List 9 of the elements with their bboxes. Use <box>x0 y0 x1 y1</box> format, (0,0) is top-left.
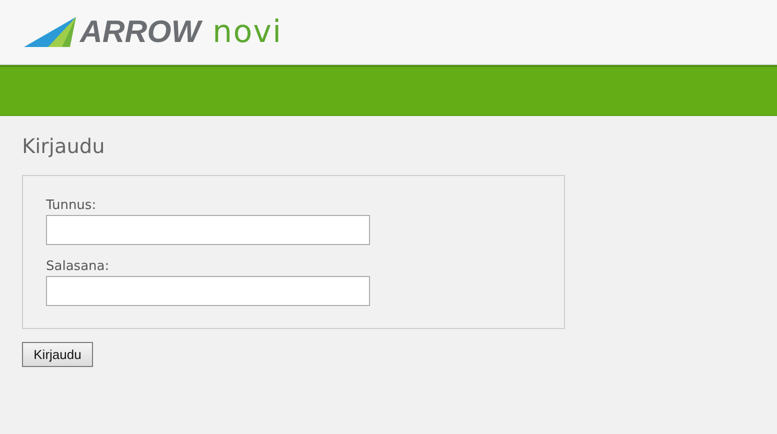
logo-brand: ARROW <box>80 14 201 50</box>
field-label: Tunnus: <box>46 198 98 213</box>
field-label: Salasana: <box>46 259 110 274</box>
input-field[interactable] <box>46 276 370 306</box>
input-field[interactable] <box>46 215 370 245</box>
page-title: Kirjaudu <box>22 134 106 158</box>
logo-product: novi <box>212 14 282 50</box>
login-button[interactable]: Kirjaudu <box>22 342 93 367</box>
logo-arrow-icon <box>24 16 76 48</box>
